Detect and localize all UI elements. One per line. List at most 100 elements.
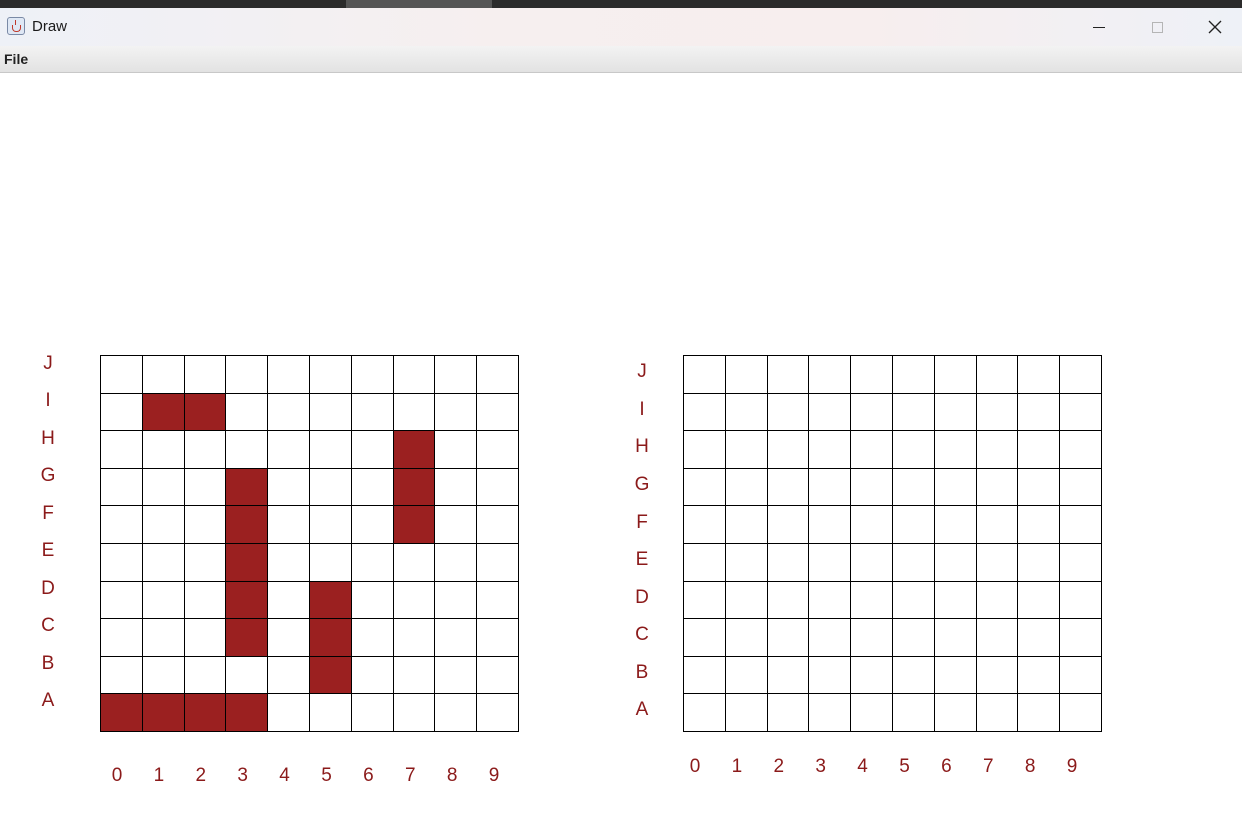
left-cell-A0[interactable] (101, 694, 143, 732)
right-cell-D5[interactable] (892, 581, 935, 620)
right-cell-D1[interactable] (725, 581, 768, 620)
left-cell-C5[interactable] (309, 619, 352, 657)
left-cell-A7[interactable] (393, 694, 436, 732)
right-cell-I6[interactable] (934, 393, 977, 432)
left-cell-E3[interactable] (226, 543, 269, 582)
right-cell-F6[interactable] (934, 506, 977, 544)
right-cell-B3[interactable] (809, 656, 852, 695)
left-cell-E5[interactable] (309, 543, 352, 582)
right-cell-I1[interactable] (725, 393, 768, 432)
right-cell-G0[interactable] (684, 468, 726, 507)
right-cell-B5[interactable] (892, 656, 935, 695)
right-cell-F0[interactable] (684, 506, 726, 544)
right-cell-G6[interactable] (934, 468, 977, 507)
taskbar-active-tab[interactable] (346, 0, 492, 8)
right-cell-F9[interactable] (1060, 506, 1102, 544)
right-cell-D9[interactable] (1060, 581, 1102, 620)
right-cell-F5[interactable] (892, 506, 935, 544)
right-cell-B4[interactable] (851, 656, 893, 695)
left-cell-D3[interactable] (226, 581, 269, 620)
right-cell-C6[interactable] (934, 619, 977, 657)
left-cell-J1[interactable] (142, 356, 185, 394)
right-cell-I2[interactable] (767, 393, 810, 432)
right-cell-G2[interactable] (767, 468, 810, 507)
right-cell-C7[interactable] (976, 619, 1019, 657)
left-cell-G8[interactable] (435, 468, 478, 507)
right-cell-B9[interactable] (1060, 656, 1102, 695)
left-cell-B7[interactable] (393, 656, 436, 695)
right-cell-E7[interactable] (976, 543, 1019, 582)
right-cell-F2[interactable] (767, 506, 810, 544)
right-cell-J6[interactable] (934, 356, 977, 394)
right-cell-B7[interactable] (976, 656, 1019, 695)
right-cell-D2[interactable] (767, 581, 810, 620)
left-cell-E7[interactable] (393, 543, 436, 582)
left-cell-I2[interactable] (184, 393, 227, 432)
left-cell-G5[interactable] (309, 468, 352, 507)
left-cell-H0[interactable] (101, 431, 143, 469)
right-cell-I4[interactable] (851, 393, 893, 432)
close-button[interactable] (1186, 8, 1242, 46)
right-cell-F7[interactable] (976, 506, 1019, 544)
left-cell-F7[interactable] (393, 506, 436, 544)
left-cell-H2[interactable] (184, 431, 227, 469)
right-cell-H7[interactable] (976, 431, 1019, 469)
right-cell-A7[interactable] (976, 694, 1019, 732)
right-cell-H3[interactable] (809, 431, 852, 469)
left-cell-J8[interactable] (435, 356, 478, 394)
left-cell-B4[interactable] (268, 656, 310, 695)
left-cell-B9[interactable] (477, 656, 519, 695)
left-cell-C2[interactable] (184, 619, 227, 657)
right-cell-A2[interactable] (767, 694, 810, 732)
left-cell-E4[interactable] (268, 543, 310, 582)
right-cell-A1[interactable] (725, 694, 768, 732)
left-cell-J0[interactable] (101, 356, 143, 394)
right-cell-I3[interactable] (809, 393, 852, 432)
left-cell-H1[interactable] (142, 431, 185, 469)
left-cell-C7[interactable] (393, 619, 436, 657)
right-cell-G5[interactable] (892, 468, 935, 507)
right-cell-J2[interactable] (767, 356, 810, 394)
left-cell-I7[interactable] (393, 393, 436, 432)
right-cell-I7[interactable] (976, 393, 1019, 432)
left-cell-D0[interactable] (101, 581, 143, 620)
left-cell-B3[interactable] (226, 656, 269, 695)
left-cell-H6[interactable] (351, 431, 394, 469)
left-cell-D6[interactable] (351, 581, 394, 620)
right-cell-E8[interactable] (1018, 543, 1061, 582)
left-cell-J5[interactable] (309, 356, 352, 394)
left-cell-D1[interactable] (142, 581, 185, 620)
right-cell-C9[interactable] (1060, 619, 1102, 657)
left-cell-J3[interactable] (226, 356, 269, 394)
left-cell-F5[interactable] (309, 506, 352, 544)
left-cell-F2[interactable] (184, 506, 227, 544)
left-cell-I0[interactable] (101, 393, 143, 432)
right-cell-C1[interactable] (725, 619, 768, 657)
right-cell-E5[interactable] (892, 543, 935, 582)
left-cell-D5[interactable] (309, 581, 352, 620)
right-cell-C3[interactable] (809, 619, 852, 657)
left-cell-G2[interactable] (184, 468, 227, 507)
right-cell-A6[interactable] (934, 694, 977, 732)
left-cell-B5[interactable] (309, 656, 352, 695)
left-cell-F3[interactable] (226, 506, 269, 544)
right-cell-D7[interactable] (976, 581, 1019, 620)
right-cell-H4[interactable] (851, 431, 893, 469)
right-cell-B8[interactable] (1018, 656, 1061, 695)
right-cell-I9[interactable] (1060, 393, 1102, 432)
right-cell-D8[interactable] (1018, 581, 1061, 620)
maximize-button[interactable] (1128, 8, 1186, 46)
right-cell-E6[interactable] (934, 543, 977, 582)
right-cell-J4[interactable] (851, 356, 893, 394)
right-cell-C8[interactable] (1018, 619, 1061, 657)
minimize-button[interactable] (1070, 8, 1128, 46)
right-cell-C5[interactable] (892, 619, 935, 657)
right-cell-A4[interactable] (851, 694, 893, 732)
right-cell-G7[interactable] (976, 468, 1019, 507)
left-cell-G4[interactable] (268, 468, 310, 507)
right-cell-G4[interactable] (851, 468, 893, 507)
right-cell-H1[interactable] (725, 431, 768, 469)
left-cell-B0[interactable] (101, 656, 143, 695)
right-cell-F4[interactable] (851, 506, 893, 544)
left-cell-J2[interactable] (184, 356, 227, 394)
